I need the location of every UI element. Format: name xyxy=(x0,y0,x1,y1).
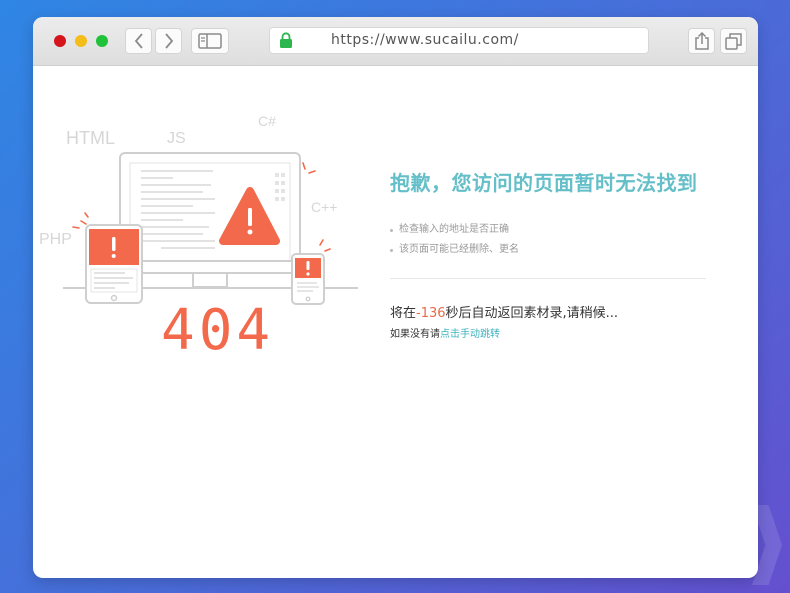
error-illustration: HTML JS C# C++ PHP 404 xyxy=(33,65,373,385)
error-message-panel: 抱歉，您访问的页面暂时无法找到 检查输入的地址是否正确 该页面可能已经删除、更名… xyxy=(390,167,706,340)
lock-icon xyxy=(280,32,292,48)
close-window-button[interactable] xyxy=(54,35,66,47)
countdown-number: -136 xyxy=(416,306,446,321)
duplicate-tabs-icon xyxy=(725,32,742,50)
minimize-window-button[interactable] xyxy=(75,35,87,47)
sidebar-icon xyxy=(198,33,222,49)
manual-redirect-link[interactable]: 点击手动跳转 xyxy=(440,329,500,340)
tip-item: 该页面可能已经删除、更名 xyxy=(390,240,706,260)
tablet-icon xyxy=(85,224,143,304)
maximize-window-button[interactable] xyxy=(96,35,108,47)
divider xyxy=(390,278,706,279)
manual-redirect-message: 如果没有请点击手动跳转 xyxy=(390,325,706,340)
browser-toolbar: https://www.sucailu.com/ xyxy=(33,17,758,66)
error-title: 抱歉，您访问的页面暂时无法找到 xyxy=(390,171,698,195)
redirect-prefix: 将在 xyxy=(390,306,417,321)
manual-prefix: 如果没有请 xyxy=(390,329,440,340)
share-button[interactable] xyxy=(688,28,715,54)
chevron-right-icon xyxy=(164,33,173,49)
browser-window: https://www.sucailu.com/ HTML JS C# C++ … xyxy=(33,17,758,578)
phone-icon xyxy=(291,253,325,305)
error-tips-list: 检查输入的地址是否正确 该页面可能已经删除、更名 xyxy=(390,220,706,260)
url-text: https://www.sucailu.com/ xyxy=(331,32,519,48)
error-code: 404 xyxy=(161,298,275,363)
back-button[interactable] xyxy=(125,28,152,54)
sidebar-toggle-button[interactable] xyxy=(191,28,229,54)
address-bar[interactable]: https://www.sucailu.com/ xyxy=(269,27,649,54)
share-icon xyxy=(694,32,709,50)
tabs-button[interactable] xyxy=(720,28,747,54)
redirect-suffix: 秒后自动返回素材录,请稍候... xyxy=(445,306,619,321)
forward-button[interactable] xyxy=(155,28,182,54)
redirect-message: 将在-136秒后自动返回素材录,请稍候... xyxy=(390,302,706,321)
tip-item: 检查输入的地址是否正确 xyxy=(390,220,706,240)
chevron-left-icon xyxy=(134,33,143,49)
